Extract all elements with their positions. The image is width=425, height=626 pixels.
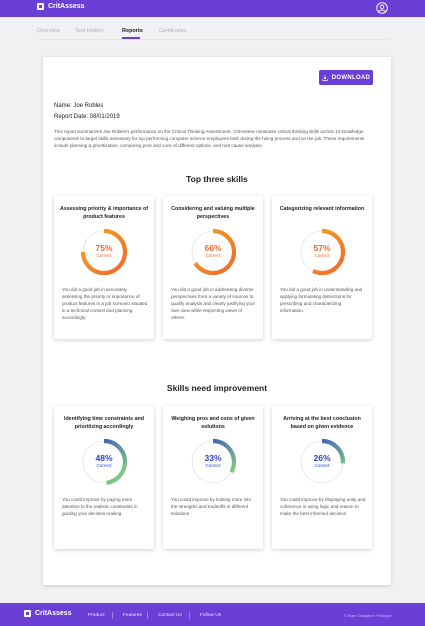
score-label: Correct [96, 253, 112, 258]
skill-description: You did a good job in understanding and … [280, 287, 363, 313]
candidate-name: Name: Joe Robles [54, 103, 104, 109]
footer-link-follow[interactable]: Follow Us [200, 613, 221, 618]
footer-divider [189, 612, 190, 619]
brand-logo[interactable]: CritAssess [37, 3, 85, 10]
download-button[interactable]: DOWNLOAD [319, 70, 373, 85]
skill-description: You could improve by displaying unity an… [280, 497, 366, 516]
score-percent: 48% [95, 453, 113, 463]
footer-link-features[interactable]: Features [123, 613, 142, 618]
skill-description: You could improve by looking more into t… [171, 497, 252, 516]
download-icon [322, 75, 328, 81]
top-skill-card: Categorizing relevant information 57% Co… [272, 196, 372, 339]
user-account-icon[interactable] [376, 2, 388, 14]
skill-title: Identifying time constraints and priorit… [63, 416, 145, 430]
footer-link-contact[interactable]: Contact Us [158, 613, 182, 618]
score-percent: 33% [204, 453, 222, 463]
logo-icon [24, 610, 31, 617]
tab-certificates[interactable]: Certificates [159, 28, 187, 34]
skill-title: Categorizing relevant information [279, 206, 365, 212]
skill-description: You could improve by paying more attenti… [62, 497, 138, 516]
tab-reports[interactable]: Reports [122, 28, 143, 34]
tab-bar: Overview Test History Reports Certificat… [0, 17, 425, 39]
app-name: CritAssess [48, 3, 85, 10]
skill-description: You did a good job in accurately assessi… [62, 287, 148, 320]
score-percent: 26% [313, 453, 331, 463]
top-skill-card: Assessing priority & importance of produ… [54, 196, 154, 339]
download-label: DOWNLOAD [331, 74, 371, 81]
score-label: Correct [205, 253, 221, 258]
score-label: Correct [96, 463, 112, 468]
score-percent: 75% [95, 243, 113, 253]
score-percent: 66% [204, 243, 222, 253]
top-skill-card: Considering and valuing multiple perspec… [163, 196, 263, 339]
footer-link-product[interactable]: Product [88, 613, 105, 618]
footer-credit: © Team Shanyan in Prototype [344, 614, 392, 618]
skill-title: Weighing pros and cons of given solution… [171, 416, 255, 430]
footer-brand[interactable]: CritAssess [24, 610, 72, 617]
score-label: Correct [205, 463, 221, 468]
top-skills-title: Top three skills [186, 174, 248, 184]
improve-skill-card: Identifying time constraints and priorit… [54, 406, 154, 549]
footer-divider [147, 612, 148, 619]
score-percent: 57% [313, 243, 331, 253]
improve-skills-title: Skills need improvement [166, 383, 268, 393]
tab-overview[interactable]: Overview [37, 28, 60, 34]
score-label: Correct [314, 253, 330, 258]
improve-skill-card: Weighing pros and cons of given solution… [163, 406, 263, 549]
skill-title: Arriving at the best conclusion based on… [283, 416, 361, 430]
skill-title: Assessing priority & importance of produ… [60, 206, 149, 220]
skill-description: You did a good job in addressing diverse… [171, 287, 256, 320]
report-summary: This report summarizes Joe Robles's perf… [54, 129, 365, 148]
top-bar: CritAssess [0, 0, 425, 17]
footer-divider [112, 612, 113, 619]
logo-icon [37, 3, 44, 10]
tab-test-history[interactable]: Test History [75, 28, 104, 34]
footer: CritAssess Product Features Contact Us F… [0, 603, 425, 626]
report-date: Report Date: 08/01/2019 [54, 114, 120, 120]
tabs-divider [37, 39, 389, 40]
improve-skill-card: Arriving at the best conclusion based on… [272, 406, 372, 549]
score-label: Correct [314, 463, 330, 468]
footer-app-name: CritAssess [35, 610, 72, 617]
skill-title: Considering and valuing multiple perspec… [171, 206, 255, 220]
